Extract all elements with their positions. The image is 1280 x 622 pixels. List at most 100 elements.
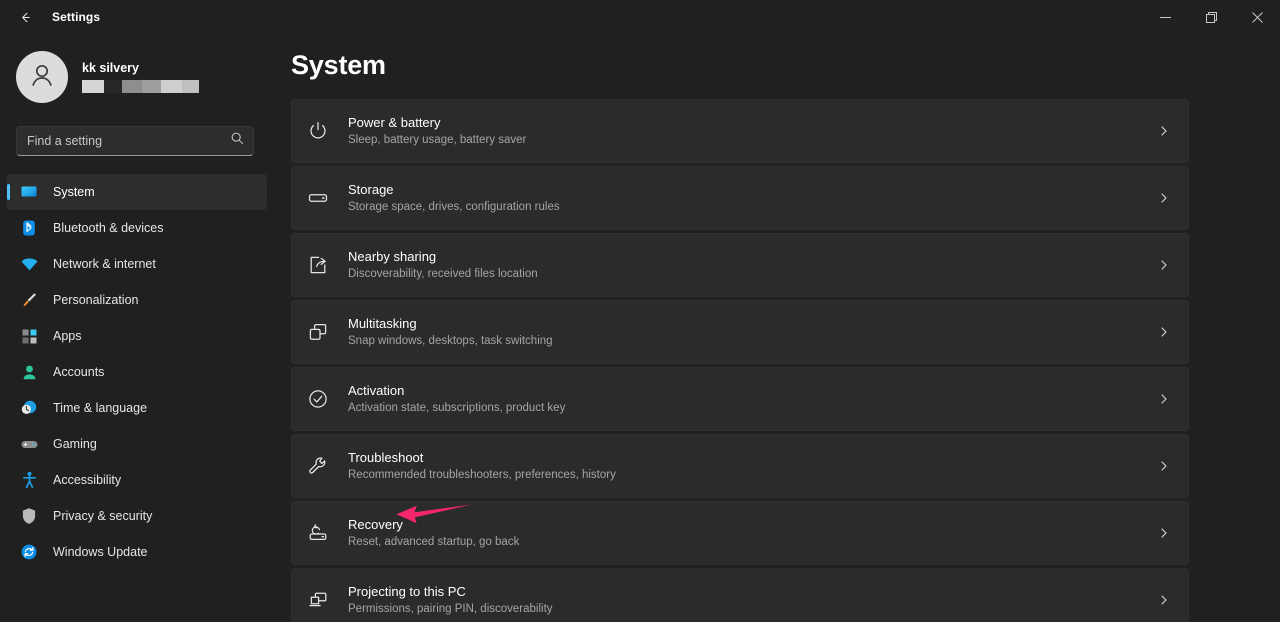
sidebar-item-label: Network & internet [53, 257, 156, 271]
apps-grid-icon [19, 326, 39, 346]
chevron-right-icon[interactable] [1158, 594, 1170, 606]
gamepad-icon [19, 434, 39, 454]
settings-row-text: Recovery Reset, advanced startup, go bac… [348, 517, 519, 549]
sidebar-item-gaming[interactable]: Gaming [7, 426, 267, 462]
multitask-windows-icon [306, 320, 330, 344]
main-content: System Power & battery Sleep, battery us… [276, 34, 1280, 622]
sidebar-item-privacy-security[interactable]: Privacy & security [7, 498, 267, 534]
monitor-icon [19, 182, 39, 202]
settings-row-power-battery[interactable]: Power & battery Sleep, battery usage, ba… [291, 99, 1189, 163]
settings-row-title: Nearby sharing [348, 249, 538, 265]
sidebar-item-label: Personalization [53, 293, 138, 307]
window-controls [1142, 0, 1280, 34]
close-button[interactable] [1234, 0, 1280, 34]
chevron-right-icon[interactable] [1158, 259, 1170, 271]
bluetooth-icon [19, 218, 39, 238]
minimize-button[interactable] [1142, 0, 1188, 34]
sidebar: kk silvery [0, 34, 276, 622]
settings-row-subtitle: Storage space, drives, configuration rul… [348, 200, 560, 214]
person-icon [19, 362, 39, 382]
settings-row-subtitle: Reset, advanced startup, go back [348, 535, 519, 549]
sidebar-item-label: System [53, 185, 95, 199]
sidebar-item-label: Accessibility [53, 473, 121, 487]
settings-row-recovery[interactable]: Recovery Reset, advanced startup, go bac… [291, 501, 1189, 565]
account-text: kk silvery [82, 61, 199, 93]
back-button[interactable] [8, 2, 42, 32]
settings-window: Settings [0, 0, 1280, 622]
search-input[interactable] [27, 134, 230, 148]
close-icon [1252, 12, 1263, 23]
sidebar-item-accounts[interactable]: Accounts [7, 354, 267, 390]
settings-row-text: Multitasking Snap windows, desktops, tas… [348, 316, 553, 348]
settings-row-text: Power & battery Sleep, battery usage, ba… [348, 115, 526, 147]
sidebar-item-accessibility[interactable]: Accessibility [7, 462, 267, 498]
sidebar-item-label: Apps [53, 329, 82, 343]
paintbrush-icon [19, 290, 39, 310]
settings-row-multitasking[interactable]: Multitasking Snap windows, desktops, tas… [291, 300, 1189, 364]
maximize-button[interactable] [1188, 0, 1234, 34]
wifi-icon [19, 254, 39, 274]
chevron-right-icon[interactable] [1158, 393, 1170, 405]
sidebar-item-label: Accounts [53, 365, 104, 379]
sidebar-item-time-language[interactable]: Time & language [7, 390, 267, 426]
sidebar-item-personalization[interactable]: Personalization [7, 282, 267, 318]
account-email-redacted [82, 80, 199, 93]
settings-row-projecting-to-this-pc[interactable]: Projecting to this PC Permissions, pairi… [291, 568, 1189, 622]
search-icon[interactable] [230, 131, 245, 151]
sidebar-item-label: Time & language [53, 401, 147, 415]
settings-row-text: Projecting to this PC Permissions, pairi… [348, 584, 553, 616]
sidebar-item-system[interactable]: System [7, 174, 267, 210]
sidebar-item-network-internet[interactable]: Network & internet [7, 246, 267, 282]
settings-row-title: Projecting to this PC [348, 584, 553, 600]
settings-row-activation[interactable]: Activation Activation state, subscriptio… [291, 367, 1189, 431]
settings-row-subtitle: Activation state, subscriptions, product… [348, 401, 565, 415]
chevron-right-icon[interactable] [1158, 460, 1170, 472]
wrench-icon [306, 454, 330, 478]
settings-row-title: Power & battery [348, 115, 526, 131]
restore-icon [1206, 12, 1217, 23]
chevron-right-icon[interactable] [1158, 326, 1170, 338]
user-avatar-icon [27, 60, 57, 95]
settings-row-title: Storage [348, 182, 560, 198]
settings-row-text: Troubleshoot Recommended troubleshooters… [348, 450, 616, 482]
settings-row-subtitle: Snap windows, desktops, task switching [348, 334, 553, 348]
settings-row-text: Activation Activation state, subscriptio… [348, 383, 565, 415]
title-bar: Settings [0, 0, 1280, 34]
sidebar-item-label: Bluetooth & devices [53, 221, 164, 235]
settings-row-text: Storage Storage space, drives, configura… [348, 182, 560, 214]
settings-row-title: Recovery [348, 517, 519, 533]
sidebar-item-apps[interactable]: Apps [7, 318, 267, 354]
search-box[interactable] [16, 126, 254, 156]
back-arrow-icon [18, 10, 33, 25]
sidebar-item-windows-update[interactable]: Windows Update [7, 534, 267, 570]
minimize-icon [1160, 12, 1171, 23]
chevron-right-icon[interactable] [1158, 125, 1170, 137]
sidebar-item-label: Windows Update [53, 545, 148, 559]
check-circle-icon [306, 387, 330, 411]
update-refresh-icon [19, 542, 39, 562]
settings-row-troubleshoot[interactable]: Troubleshoot Recommended troubleshooters… [291, 434, 1189, 498]
clock-globe-icon [19, 398, 39, 418]
settings-row-title: Multitasking [348, 316, 553, 332]
settings-row-title: Activation [348, 383, 565, 399]
avatar[interactable] [16, 51, 68, 103]
accessibility-icon [19, 470, 39, 490]
projecting-laptop-icon [306, 588, 330, 612]
settings-row-subtitle: Permissions, pairing PIN, discoverabilit… [348, 602, 553, 616]
settings-row-title: Troubleshoot [348, 450, 616, 466]
recovery-drive-icon [306, 521, 330, 545]
sidebar-item-label: Privacy & security [53, 509, 152, 523]
sidebar-item-bluetooth-devices[interactable]: Bluetooth & devices [7, 210, 267, 246]
page-title: System [291, 50, 1280, 81]
settings-list: Power & battery Sleep, battery usage, ba… [276, 99, 1189, 622]
account-block[interactable]: kk silvery [16, 50, 276, 104]
settings-row-nearby-sharing[interactable]: Nearby sharing Discoverability, received… [291, 233, 1189, 297]
sidebar-nav: System Bluetooth & devices Network [0, 174, 276, 570]
window-title: Settings [52, 10, 100, 24]
chevron-right-icon[interactable] [1158, 527, 1170, 539]
chevron-right-icon[interactable] [1158, 192, 1170, 204]
power-icon [306, 119, 330, 143]
settings-row-subtitle: Recommended troubleshooters, preferences… [348, 468, 616, 482]
settings-row-storage[interactable]: Storage Storage space, drives, configura… [291, 166, 1189, 230]
share-icon [306, 253, 330, 277]
